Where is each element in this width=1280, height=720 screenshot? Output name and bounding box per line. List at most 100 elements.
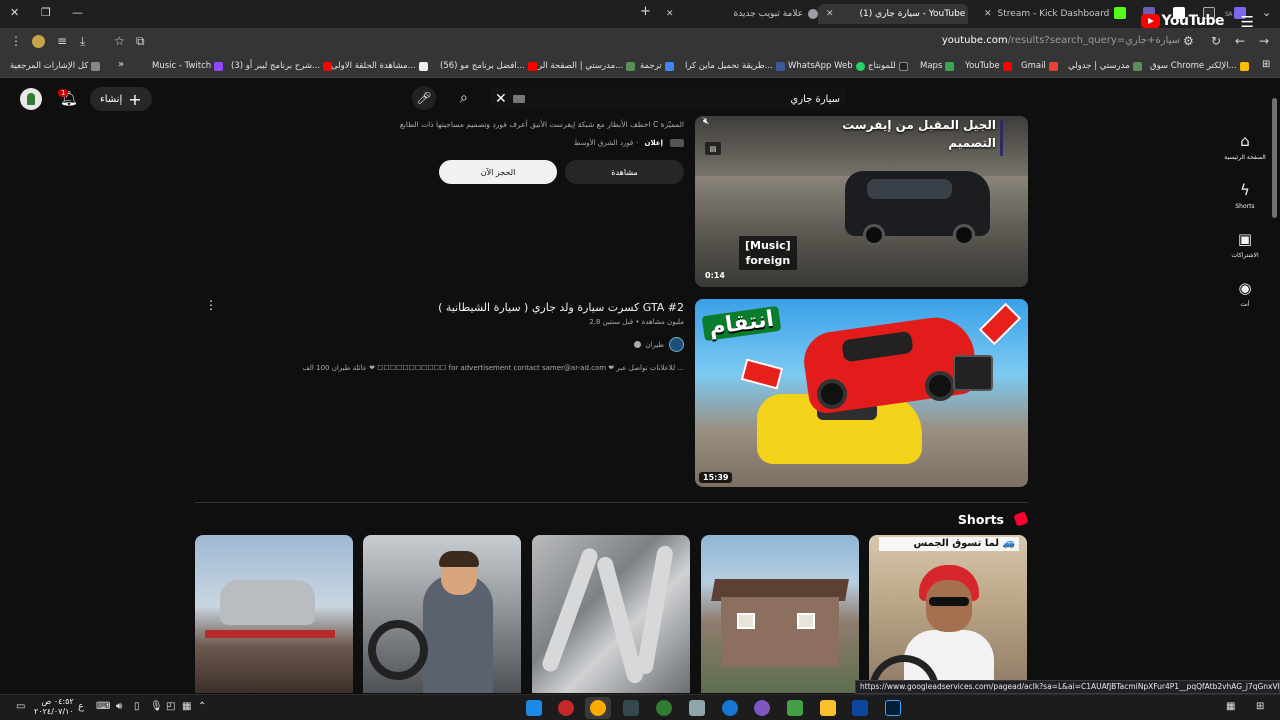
start-icon[interactable]: ⊞ (1256, 701, 1264, 712)
restore-window-icon[interactable]: ❐ (41, 6, 51, 19)
photoshop-icon[interactable] (885, 700, 901, 716)
show-hidden-icons[interactable]: ⌃ (198, 701, 206, 712)
ad-thumbnail[interactable]: 🔇︎ ▤ الجيل المقبل من إيفرست التصميم [Mus… (695, 116, 1028, 287)
minimize-window-icon[interactable]: — (72, 6, 83, 19)
bookmark-item[interactable]: مشاهدة الحلقة الاولى... (331, 61, 431, 71)
bookmark-item[interactable]: مدرستي | الصفحة الر... (538, 61, 638, 71)
bookmark-youtube[interactable]: YouTube (965, 61, 1015, 71)
captions-icon[interactable]: ▤ (705, 142, 721, 155)
site-settings-icon[interactable]: ⚙ (1183, 34, 1194, 48)
search-input[interactable] (510, 88, 840, 110)
mute-icon[interactable]: 🔇︎ (703, 116, 709, 127)
more-bookmarks-icon[interactable]: » (118, 59, 124, 70)
outlook-icon[interactable] (852, 700, 868, 716)
video-thumbnail[interactable]: انتقام 15:39 (695, 299, 1028, 487)
taskbar-app-icon[interactable] (623, 700, 639, 716)
bookmark-whatsapp[interactable]: WhatsApp Web (788, 61, 868, 71)
avatar[interactable] (20, 88, 42, 110)
hamburger-menu-icon[interactable]: ☰ (1241, 13, 1254, 31)
mic-icon[interactable]: 🎙︎ (150, 701, 163, 712)
bookmark-item[interactable]: مدرستي | جدولي (1068, 61, 1145, 71)
bookmark-translate[interactable]: ترجمة (640, 61, 677, 71)
profile-icon[interactable] (32, 35, 45, 48)
browser-toolbar: ⋮ ≡ ⤓ ☆ ⧉ youtube.com/results?search_que… (0, 28, 1280, 56)
close-window-icon[interactable]: ✕ (10, 6, 19, 19)
short-thumbnail[interactable] (195, 535, 353, 693)
guide-home[interactable]: ⌂ الصفحة الرئيسية (1220, 132, 1270, 161)
book-now-button[interactable]: الحجز الآن (439, 160, 557, 184)
tab-kick[interactable]: ✕ Stream - Kick Dashboard (978, 4, 1109, 24)
file-explorer-icon[interactable] (820, 700, 836, 716)
tab-new-tab[interactable]: ✕ علامة تبويب جديدة (660, 4, 823, 24)
bookmark-twitch[interactable]: Music - Twitch (152, 61, 226, 71)
short-thumbnail[interactable] (701, 535, 859, 693)
notification-center-icon[interactable]: ▭ (16, 701, 25, 712)
guide-label: أنت (1240, 301, 1250, 308)
extensions-icon[interactable]: ≡ (57, 34, 67, 48)
store-icon[interactable] (787, 700, 803, 716)
channel-row[interactable]: طيران (634, 337, 684, 352)
bookmark-star-icon[interactable]: ☆ (114, 34, 125, 48)
share-icon[interactable]: ⧉ (136, 34, 145, 49)
bookmark-item[interactable]: سوق Chrome الإلكتر... (1150, 61, 1252, 71)
short-thumbnail[interactable]: لما تسوق الجمس 🚙 (869, 535, 1027, 693)
camera-icon[interactable]: ◰ (166, 701, 175, 712)
guide-you[interactable]: ◉ أنت (1220, 279, 1270, 308)
taskbar-app-icon[interactable] (526, 700, 542, 716)
chrome-icon[interactable] (590, 700, 606, 716)
bookmark-gmail[interactable]: Gmail (1021, 61, 1061, 71)
bookmark-item[interactable]: للمونتاج (868, 61, 911, 71)
voice-search-icon[interactable]: 🎤︎ (412, 86, 436, 110)
keyboard-icon[interactable]: ⌨ (96, 701, 110, 712)
back-icon[interactable]: → (1259, 34, 1269, 48)
menu-icon[interactable]: ⋮ (10, 34, 22, 48)
bookmark-item[interactable]: (3) شرح برنامج ليبر أو... (231, 61, 335, 71)
video-title[interactable]: كسرت سيارة ولد جاري ( سيارة الشيطانية ) … (438, 301, 684, 314)
kick-pinned-icon[interactable] (1114, 7, 1126, 19)
youtube-logo[interactable]: YouTube SA (1140, 11, 1233, 29)
more-actions-icon[interactable]: ⋮ (205, 298, 217, 312)
bookmark-item[interactable]: طريقة تحميل ماين كرا... (685, 61, 788, 71)
input-language[interactable]: ع (78, 701, 84, 712)
red-arrow-icon (740, 358, 784, 390)
reload-icon[interactable]: ↻ (1211, 34, 1221, 48)
guide-subscriptions[interactable]: ▣ الاشتراكات (1220, 230, 1270, 259)
forward-icon[interactable]: ← (1235, 34, 1245, 48)
close-tab-icon[interactable]: ✕ (984, 9, 992, 19)
battery-icon[interactable]: ▯ (134, 701, 140, 712)
apps-grid-icon[interactable]: ⊞ (1262, 59, 1270, 70)
clear-search-icon[interactable]: ✕ (495, 91, 507, 107)
clock-time: ٠٤:٥٢ ص (41, 697, 74, 706)
address-bar[interactable]: youtube.com/results?search_query=سيارة+ج… (942, 35, 1180, 46)
taskbar-app-icon[interactable] (656, 700, 672, 716)
close-tab-icon[interactable]: ✕ (666, 9, 674, 19)
short-thumbnail[interactable] (363, 535, 521, 693)
tab-youtube[interactable]: ✕ (1) سيارة جاري - YouTube (818, 4, 968, 24)
download-icon[interactable]: ⤓ (80, 34, 85, 49)
messenger-icon[interactable] (754, 700, 770, 716)
volume-icon[interactable]: 🔊︎ (116, 701, 122, 712)
guide-shorts[interactable]: ϟ Shorts (1220, 181, 1270, 210)
taskbar-app-icon[interactable] (689, 700, 705, 716)
create-button[interactable]: إنشاء + (90, 87, 152, 111)
tab-search-icon[interactable]: ⌄ (1262, 6, 1271, 19)
bookmark-all[interactable]: كل الإشارات المرجعية (10, 61, 103, 71)
clock[interactable]: ٠٤:٥٢ ص ٢٠٢٤/٠٧/١٠ (34, 697, 74, 717)
channel-avatar[interactable] (669, 337, 684, 352)
search-icon[interactable]: ⌕ (460, 90, 468, 106)
short-thumbnail[interactable] (532, 535, 690, 693)
close-tab-icon[interactable]: ✕ (826, 9, 834, 19)
tray-app-icon[interactable]: ▦ (182, 701, 191, 712)
channel-name[interactable]: طيران (645, 341, 664, 349)
taskbar-app-icon[interactable] (558, 700, 574, 716)
watch-button[interactable]: مشاهدة (565, 160, 684, 184)
taskbar-app-icon[interactable] (722, 700, 738, 716)
bookmark-maps[interactable]: Maps (920, 61, 957, 71)
bookmark-item[interactable]: (56) افضل برنامج مو... (440, 61, 540, 71)
advertiser-name[interactable]: فورد الشرق الأوسط (574, 139, 633, 147)
new-tab-icon[interactable]: + (640, 4, 651, 19)
scrollbar[interactable] (1272, 98, 1277, 218)
copilot-icon[interactable]: ▦ (1226, 701, 1235, 712)
bookmark-label: مدرستي | جدولي (1068, 61, 1130, 71)
bookmark-label: Gmail (1021, 61, 1046, 71)
